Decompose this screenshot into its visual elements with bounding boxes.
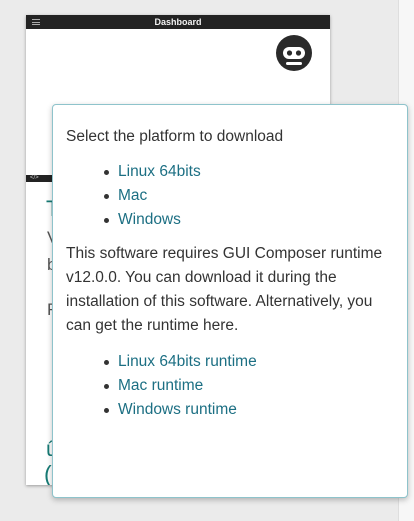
list-item: Mac runtime [66, 374, 393, 398]
app-titlebar: Dashboard [26, 15, 330, 29]
list-item: Windows runtime [66, 398, 393, 422]
download-popup: Select the platform to download Linux 64… [52, 104, 408, 498]
download-windows-runtime-link[interactable]: Windows runtime [118, 401, 237, 418]
status-bar-code-icon: </> [30, 175, 39, 181]
download-linux-runtime-link[interactable]: Linux 64bits runtime [118, 353, 257, 370]
list-item: Mac [66, 184, 393, 208]
background-icon-fragment: ( [44, 461, 52, 486]
runtime-list: Linux 64bits runtime Mac runtime Windows… [66, 350, 393, 422]
list-item: Windows [66, 208, 393, 232]
app-title: Dashboard [154, 17, 202, 27]
download-windows-link[interactable]: Windows [118, 211, 181, 228]
download-mac-runtime-link[interactable]: Mac runtime [118, 377, 203, 394]
logo-icon [276, 35, 312, 71]
popup-heading: Select the platform to download [66, 128, 284, 145]
list-item: Linux 64bits [66, 160, 393, 184]
platform-list: Linux 64bits Mac Windows [66, 160, 393, 232]
download-linux-link[interactable]: Linux 64bits [118, 163, 201, 180]
download-mac-link[interactable]: Mac [118, 187, 147, 204]
runtime-note: This software requires GUI Composer runt… [66, 245, 383, 334]
list-item: Linux 64bits runtime [66, 350, 393, 374]
